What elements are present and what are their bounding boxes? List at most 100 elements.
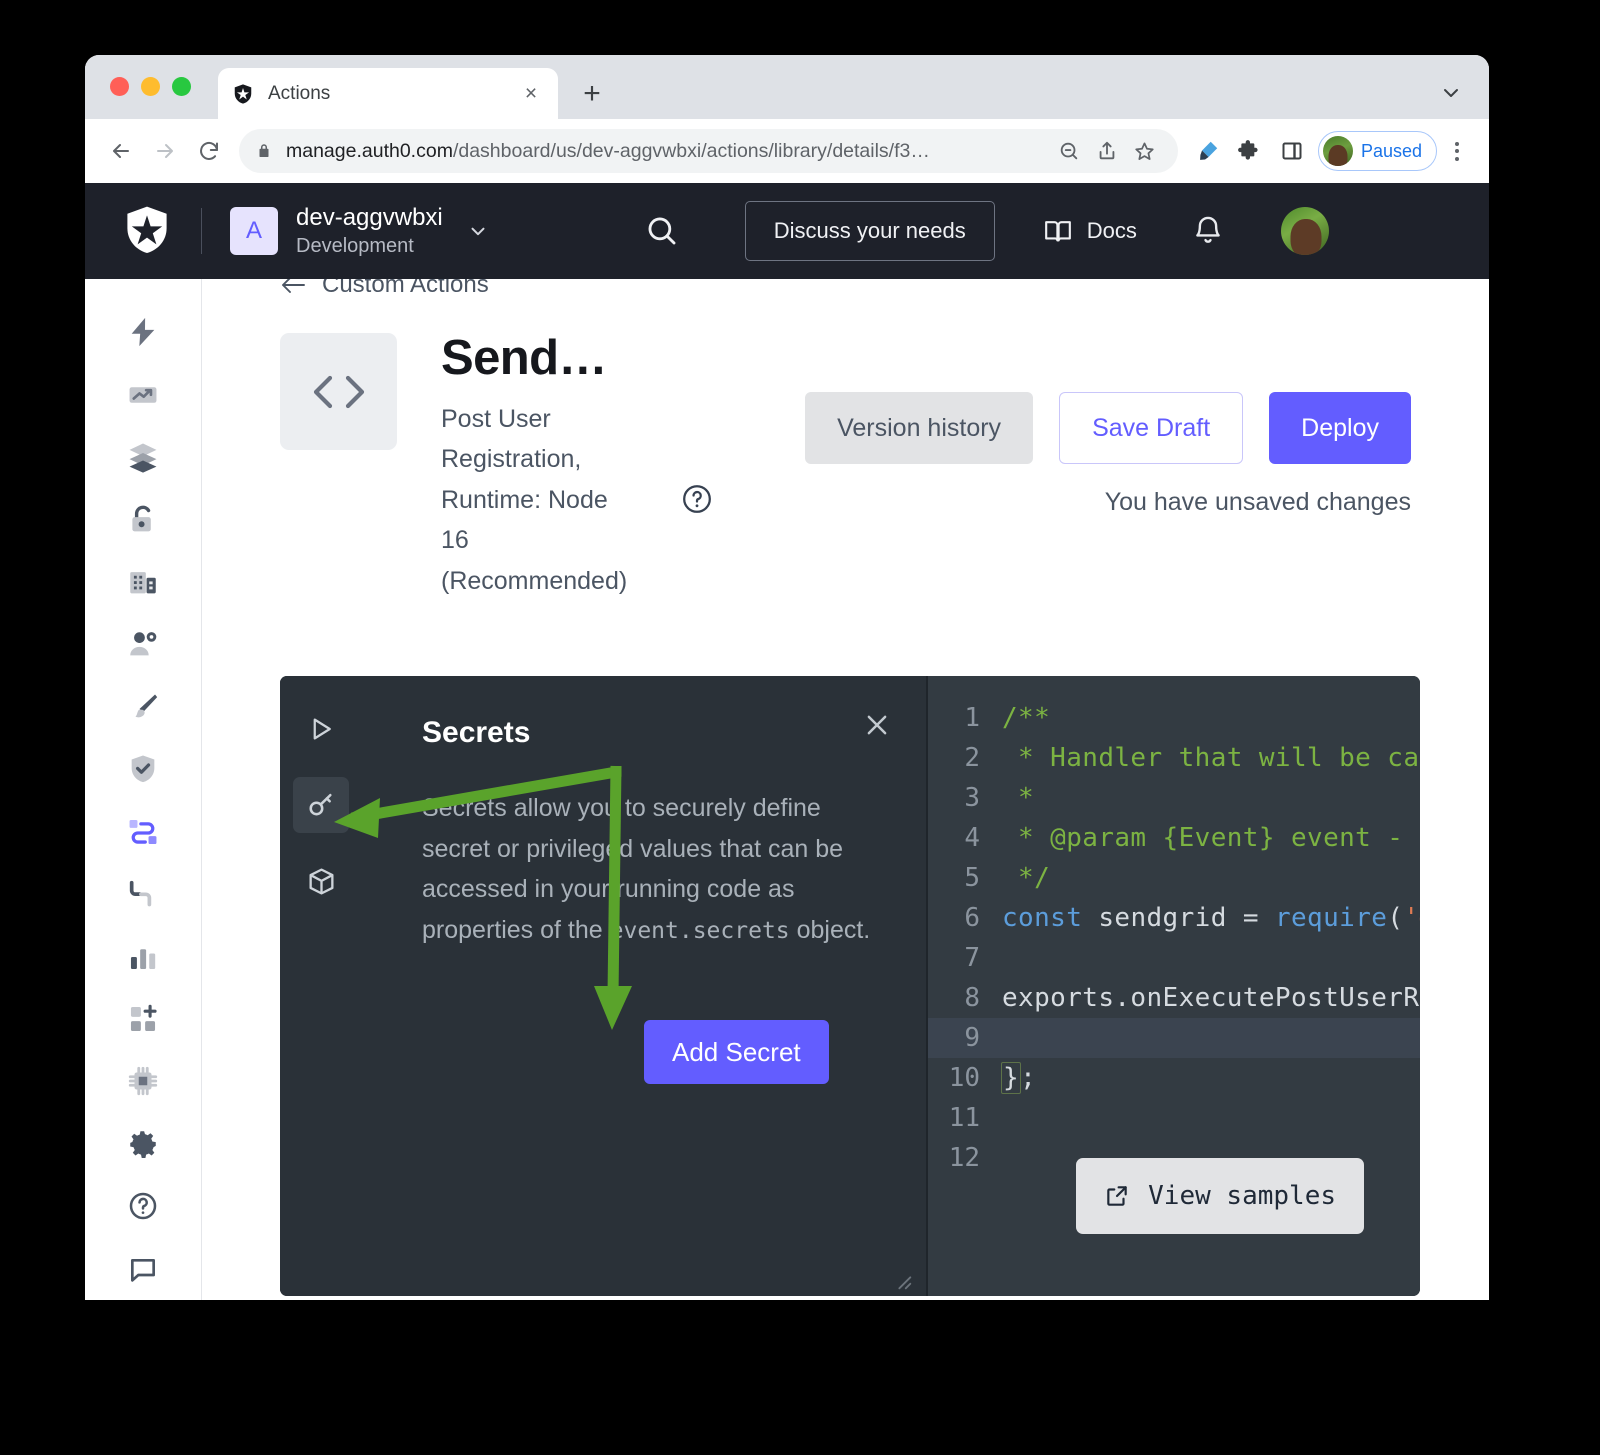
code-lines: 1/** 2 * Handler that will be call 3 * 4 * …	[928, 676, 1420, 1178]
line-text: /**	[1002, 703, 1051, 733]
extensions-puzzle-icon[interactable]	[1230, 131, 1270, 171]
window-traffic-lights	[110, 77, 191, 96]
sidebar-item-applications[interactable]	[113, 426, 173, 488]
line-number: 11	[948, 1103, 980, 1133]
event-secrets-code: event.secrets	[609, 917, 790, 944]
sidebar-item-authentication[interactable]	[113, 488, 173, 550]
line-number: 3	[964, 783, 980, 813]
sidebar-item-organizations[interactable]	[113, 551, 173, 613]
secrets-button[interactable]	[293, 777, 349, 833]
trend-up-icon	[129, 386, 157, 403]
sidebar-item-auth-pipeline[interactable]	[113, 863, 173, 925]
reload-button[interactable]	[187, 129, 231, 173]
notifications-bell-icon[interactable]	[1193, 214, 1223, 248]
url-bar[interactable]: manage.auth0.com/dashboard/us/dev-aggvwb…	[239, 129, 1178, 173]
bookmark-star-icon[interactable]	[1128, 134, 1162, 168]
resize-grip-icon[interactable]	[892, 1270, 914, 1292]
line-number: 4	[964, 823, 980, 853]
code-line: 1 /**	[928, 698, 1420, 738]
maximize-window-button[interactable]	[172, 77, 191, 96]
auth0-logo-icon[interactable]	[123, 204, 171, 258]
key-icon	[309, 793, 332, 816]
profile-pill[interactable]: Paused	[1317, 131, 1437, 171]
url-text: manage.auth0.com/dashboard/us/dev-aggvwb…	[286, 140, 930, 163]
sidebar-item-monitoring[interactable]	[113, 925, 173, 987]
line-number: 6	[964, 903, 980, 933]
kebab-menu-icon[interactable]	[1439, 133, 1475, 169]
line-number: 10	[948, 1063, 980, 1093]
code-editor[interactable]: 1/** 2 * Handler that will be call 3 * 4 * …	[928, 676, 1420, 1296]
browser-extension-icons	[1188, 131, 1312, 171]
deploy-button[interactable]: Deploy	[1269, 392, 1411, 464]
save-draft-button[interactable]: Save Draft	[1059, 392, 1244, 464]
docs-link[interactable]: Docs	[1043, 218, 1137, 244]
dependencies-button[interactable]	[293, 853, 349, 909]
line-number: 8	[964, 983, 980, 1013]
browser-tab[interactable]: Actions ×	[218, 68, 558, 119]
code-line: 4 * @param {Event} event - De	[928, 818, 1420, 858]
discuss-label: Discuss your needs	[773, 218, 966, 243]
auth0-shield-icon	[234, 83, 252, 104]
close-icon[interactable]	[862, 710, 892, 740]
add-secret-button[interactable]: Add Secret	[644, 1020, 829, 1084]
breadcrumb-label: Custom Actions	[322, 279, 489, 298]
sidebar-item-extensions[interactable]	[113, 1050, 173, 1112]
secrets-panel: Secrets Secrets allow you to securely de…	[280, 676, 928, 1296]
new-tab-button[interactable]: +	[577, 79, 607, 109]
breadcrumb[interactable]: Custom Actions	[280, 279, 489, 299]
gear-icon	[130, 1131, 156, 1158]
zoom-icon[interactable]	[1052, 134, 1086, 168]
tenant-selector[interactable]: A dev-aggvwbxi Development	[230, 203, 489, 259]
close-window-button[interactable]	[110, 77, 129, 96]
topnav-divider	[201, 208, 202, 254]
chip-icon	[128, 1067, 158, 1096]
page-actions: Version history Save Draft Deploy You ha…	[805, 392, 1411, 517]
search-icon[interactable]	[641, 210, 683, 252]
highlighter-icon[interactable]	[1188, 131, 1228, 171]
view-samples-button[interactable]: View samples	[1076, 1158, 1364, 1234]
sidebar-item-settings[interactable]	[113, 1113, 173, 1175]
question-circle-icon	[129, 1193, 157, 1220]
app-topnav: A dev-aggvwbxi Development Discuss your …	[85, 183, 1489, 279]
code-line: 3 *	[928, 778, 1420, 818]
user-avatar[interactable]	[1280, 207, 1329, 255]
lightning-icon	[131, 318, 155, 347]
browser-tabstrip: Actions × +	[85, 55, 1489, 119]
sidebar-item-feedback[interactable]	[113, 1238, 173, 1300]
sidebar-item-getting-started[interactable]	[113, 301, 173, 363]
minimize-window-button[interactable]	[141, 77, 160, 96]
code-line: 7	[928, 938, 1420, 978]
secrets-panel-description: Secrets allow you to securely define sec…	[422, 788, 888, 950]
url-domain: manage.auth0.com	[286, 139, 453, 162]
avatar	[1322, 136, 1353, 166]
code-line: 2 * Handler that will be call	[928, 738, 1420, 778]
app-body: Custom Actions Send… Post User Registrat…	[85, 279, 1489, 1300]
tab-close-icon[interactable]: ×	[518, 81, 544, 107]
test-run-button[interactable]	[293, 701, 349, 757]
tenant-initial-badge: A	[230, 207, 278, 255]
code-line: 9	[928, 1018, 1420, 1058]
sidebar-item-user-management[interactable]	[113, 613, 173, 675]
sidebar-item-marketplace[interactable]	[113, 988, 173, 1050]
line-number: 9	[964, 1023, 980, 1053]
sidebar-item-security[interactable]	[113, 738, 173, 800]
side-panel-icon[interactable]	[1272, 131, 1312, 171]
chevron-down-icon[interactable]	[1439, 81, 1463, 105]
discuss-your-needs-button[interactable]: Discuss your needs	[744, 201, 995, 261]
tenant-name: dev-aggvwbxi	[296, 203, 443, 231]
desc-part-2: object.	[789, 915, 871, 944]
code-line: 11	[928, 1098, 1420, 1138]
flow-connector-icon	[129, 819, 157, 844]
view-samples-label: View samples	[1148, 1181, 1336, 1211]
version-history-button[interactable]: Version history	[805, 392, 1034, 464]
back-button[interactable]	[99, 129, 143, 173]
sidebar-item-branding[interactable]	[113, 676, 173, 738]
line-number: 5	[964, 863, 980, 893]
forward-button[interactable]	[143, 129, 187, 173]
sidebar-item-help[interactable]	[113, 1175, 173, 1237]
page-subtitle: Post User Registration, Runtime: Node 16…	[441, 404, 628, 595]
help-circle-icon[interactable]	[681, 483, 713, 515]
sidebar-item-activity[interactable]	[113, 363, 173, 425]
share-icon[interactable]	[1090, 134, 1124, 168]
sidebar-item-actions[interactable]	[113, 801, 173, 863]
